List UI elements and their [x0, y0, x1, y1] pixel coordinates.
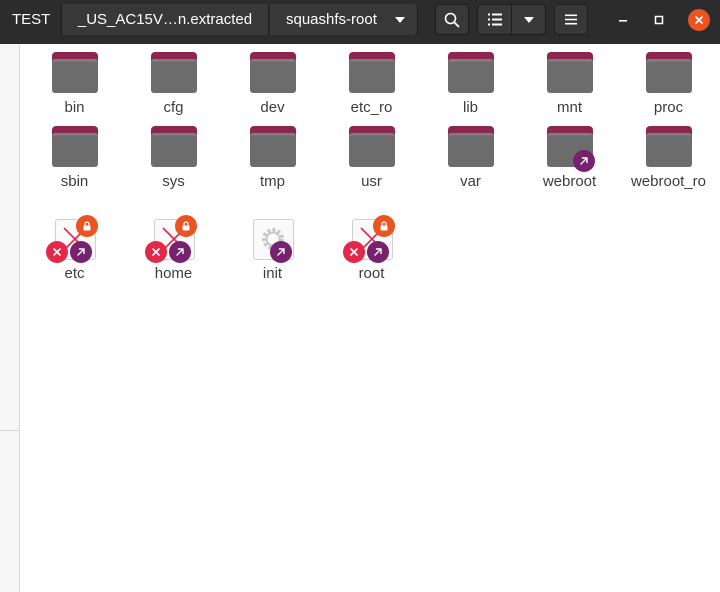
file-name: root	[358, 265, 385, 282]
search-icon	[444, 12, 460, 27]
lock-icon	[372, 215, 395, 237]
sidebar	[0, 44, 20, 592]
file-item-cfg[interactable]: cfg	[124, 50, 223, 124]
file-name: tmp	[259, 173, 285, 190]
file-name: usr	[361, 173, 382, 190]
breadcrumb-label: _US_AC15V…n.extracted	[77, 11, 253, 28]
breadcrumb: TEST _US_AC15V…n.extracted squashfs-root	[0, 4, 418, 35]
maximize-icon	[654, 15, 664, 25]
file-name: etc_ro	[350, 99, 393, 116]
search-button[interactable]	[435, 4, 469, 35]
list-view-icon	[487, 13, 502, 26]
folder-icon	[545, 50, 595, 96]
file-item-etc-ro[interactable]: etc_ro	[322, 50, 421, 124]
file-item-proc[interactable]: proc	[619, 50, 718, 124]
file-item-webroot[interactable]: webroot	[520, 124, 619, 216]
file-item-root[interactable]: root	[322, 215, 421, 290]
file-item-mnt[interactable]: mnt	[520, 50, 619, 124]
lock-icon	[174, 215, 197, 237]
folder-icon	[149, 50, 199, 96]
file-name: dev	[260, 99, 285, 116]
file-item-tmp[interactable]: tmp	[223, 124, 322, 216]
folder-icon	[446, 124, 496, 170]
header-bar: TEST _US_AC15V…n.extracted squashfs-root	[0, 0, 720, 44]
file-name: sys	[162, 173, 185, 190]
file-item-init[interactable]: init	[223, 216, 322, 290]
folder-icon	[347, 50, 397, 96]
file-name: cfg	[163, 99, 184, 116]
file-name: proc	[653, 99, 684, 116]
broken-link-icon	[144, 215, 199, 263]
file-item-dev[interactable]: dev	[223, 50, 322, 124]
view-options-button[interactable]	[512, 5, 545, 34]
file-grid: bin cfg dev etc_ro lib mnt proc sbin sys…	[25, 50, 718, 290]
file-name: home	[154, 265, 193, 282]
chevron-down-icon	[394, 16, 405, 23]
file-item-sbin[interactable]: sbin	[25, 124, 124, 216]
folder-icon	[149, 124, 199, 170]
file-name: sbin	[60, 173, 89, 190]
file-name: var	[460, 173, 481, 190]
breadcrumb-item-test[interactable]: TEST	[0, 4, 60, 35]
unreadable-x-icon	[342, 241, 365, 263]
view-toggle-group	[477, 4, 546, 35]
file-name: init	[262, 265, 283, 282]
symlink-arrow-icon	[366, 241, 389, 263]
symlink-arrow-icon	[572, 150, 595, 172]
symlink-arrow-icon	[168, 241, 191, 263]
folder-icon	[50, 50, 100, 96]
unreadable-x-icon	[144, 241, 167, 263]
file-item-var[interactable]: var	[421, 124, 520, 216]
maximize-button[interactable]	[648, 9, 670, 31]
file-item-usr[interactable]: usr	[322, 124, 421, 216]
list-view-button[interactable]	[478, 5, 512, 34]
file-name: bin	[64, 99, 85, 116]
file-item-sys[interactable]: sys	[124, 124, 223, 216]
file-name: etc	[64, 265, 85, 282]
breadcrumb-item-squashfs-root[interactable]: squashfs-root	[270, 4, 418, 35]
file-item-webroot-ro[interactable]: webroot_ro	[619, 124, 718, 216]
file-name: lib	[462, 99, 478, 116]
folder-icon	[644, 124, 694, 170]
breadcrumb-item-extracted[interactable]: _US_AC15V…n.extracted	[61, 4, 269, 35]
unreadable-x-icon	[45, 241, 68, 263]
broken-link-icon	[342, 215, 397, 263]
folder-icon	[347, 124, 397, 170]
folder-icon	[446, 50, 496, 96]
folder-icon	[50, 124, 100, 170]
close-button[interactable]	[688, 9, 710, 31]
file-item-home[interactable]: home	[124, 215, 223, 290]
file-name: mnt	[556, 99, 582, 116]
folder-icon	[644, 50, 694, 96]
file-item-etc[interactable]: etc	[25, 215, 124, 290]
chevron-down-icon	[523, 16, 534, 23]
folder-icon	[248, 50, 298, 96]
symlink-arrow-icon	[69, 241, 92, 263]
file-name: webroot_ro	[630, 173, 707, 190]
executable-icon	[248, 216, 298, 263]
folder-link-icon	[545, 124, 595, 172]
breadcrumb-label: squashfs-root	[286, 11, 377, 28]
folder-icon	[248, 124, 298, 170]
minimize-icon	[619, 20, 627, 22]
hamburger-menu-icon	[565, 14, 577, 25]
main-menu-button[interactable]	[554, 4, 588, 35]
symlink-arrow-icon	[269, 241, 292, 263]
file-name: webroot	[542, 173, 597, 190]
file-item-bin[interactable]: bin	[25, 50, 124, 124]
lock-icon	[75, 215, 98, 237]
broken-link-icon	[45, 215, 100, 263]
sidebar-divider	[0, 430, 19, 431]
minimize-button[interactable]	[612, 9, 634, 31]
breadcrumb-label: TEST	[12, 11, 51, 28]
file-item-lib[interactable]: lib	[421, 50, 520, 124]
close-icon	[695, 16, 703, 24]
